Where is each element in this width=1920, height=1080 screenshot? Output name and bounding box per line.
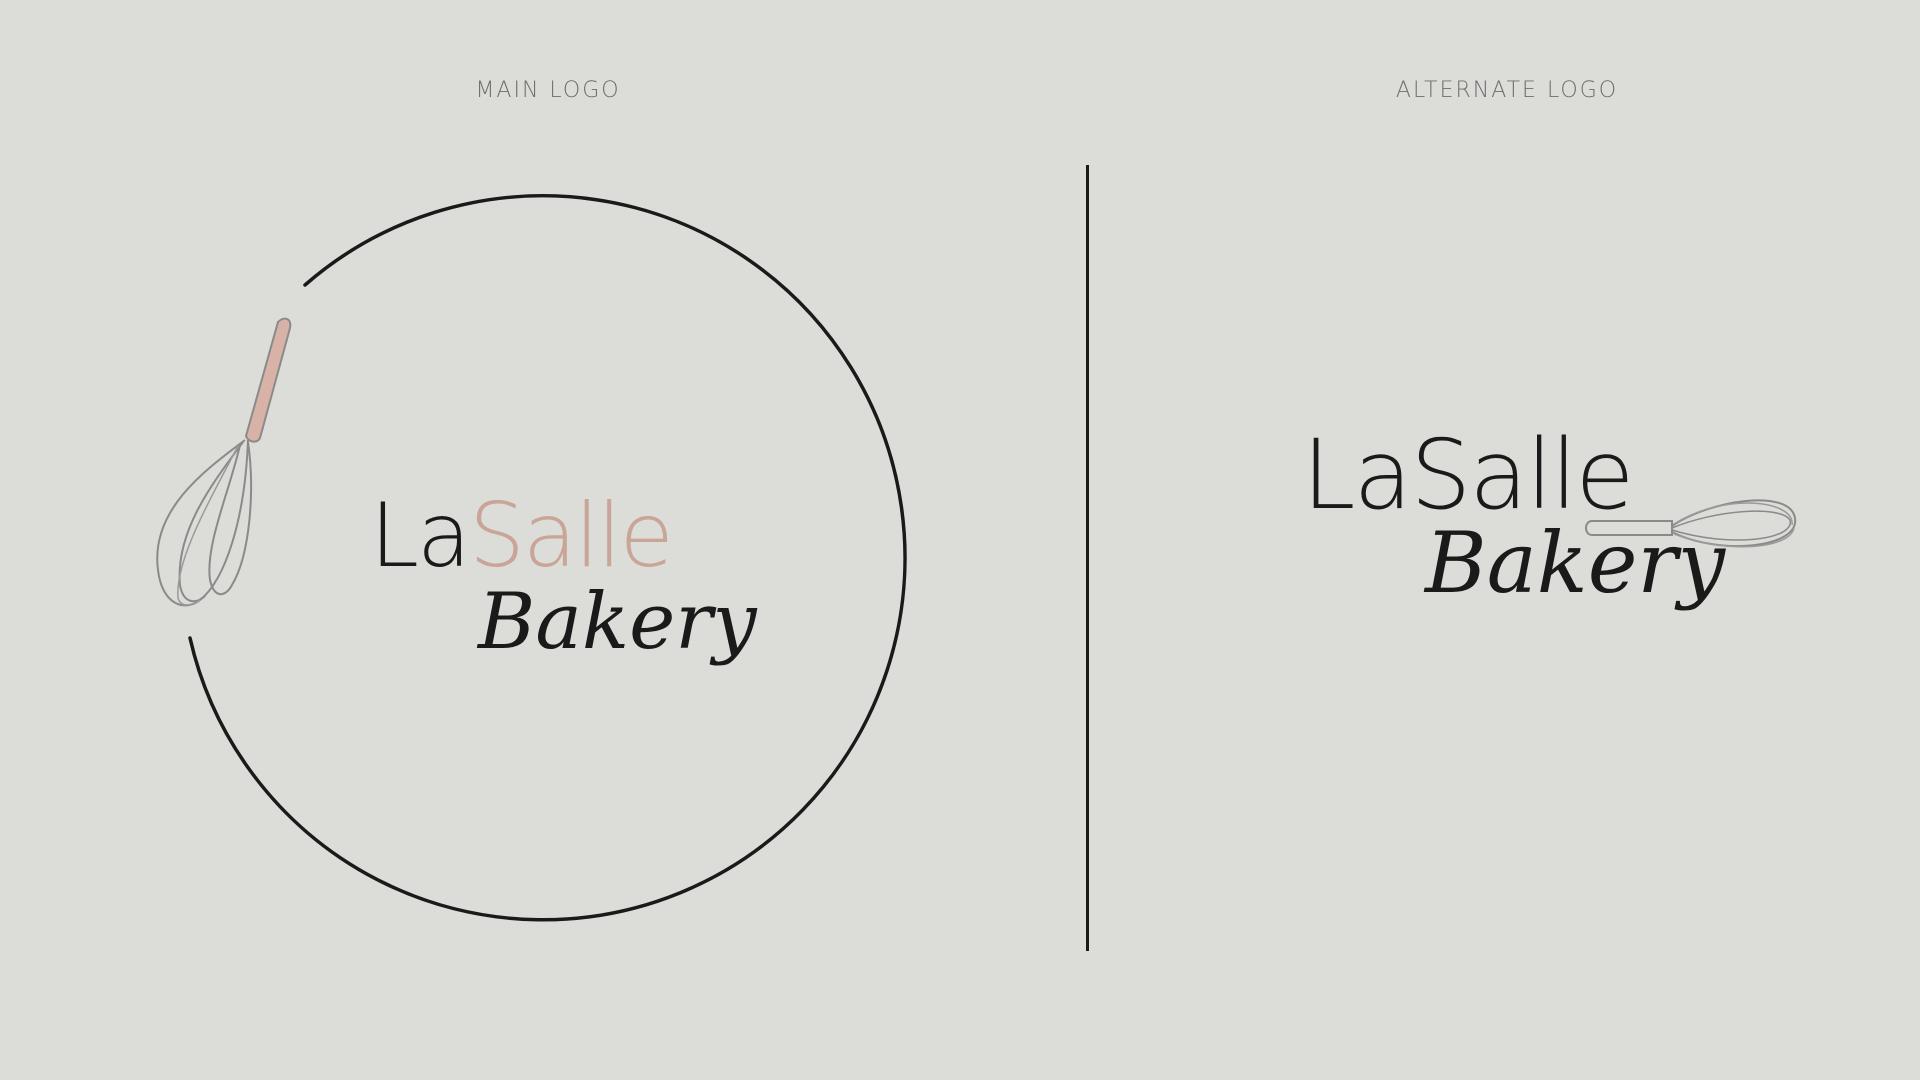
alternate-logo: LaSalle Bakery — [1302, 419, 1797, 612]
alternate-script-text: Bakery — [1423, 514, 1727, 612]
